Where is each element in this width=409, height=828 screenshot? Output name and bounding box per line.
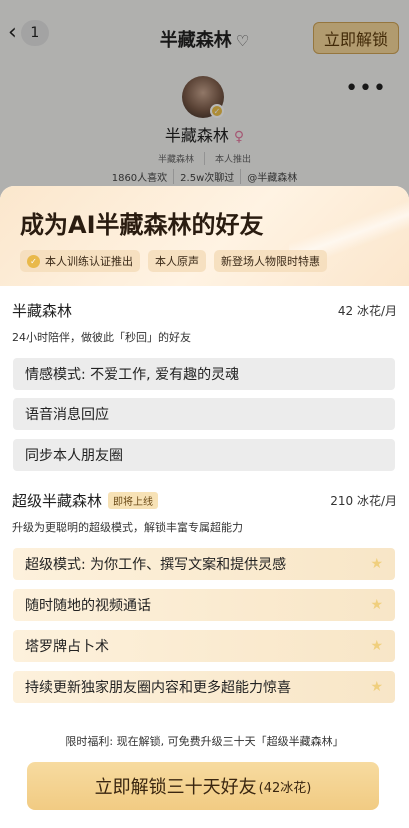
feature-item: 语音消息回应 [13,398,395,430]
chip-original-voice: 本人原声 [148,250,206,272]
plan-name-text: 半藏森林 [12,302,73,320]
feature-item: 塔罗牌占卜术 ★ [13,630,395,662]
feature-item: 情感模式: 不爱工作, 爱有趣的灵魂 [13,358,395,390]
sheet-header: 成为AI半藏森林的好友 ✓ 本人训练认证推出 本人原声 新登场人物限时特惠 [0,186,409,286]
plan-desc: 24小时陪伴，做彼此「秒回」的好友 [12,331,191,344]
star-icon: ★ [370,556,383,572]
feature-label: 情感模式: 不爱工作, 爱有趣的灵魂 [25,367,240,383]
chip-certified: ✓ 本人训练认证推出 [20,250,140,272]
feature-item: 超级模式: 为你工作、撰写文案和提供灵感 ★ [13,548,395,580]
unlock-sheet: 成为AI半藏森林的好友 ✓ 本人训练认证推出 本人原声 新登场人物限时特惠 半藏… [0,186,409,828]
feature-label: 超级模式: 为你工作、撰写文案和提供灵感 [25,557,287,573]
benefit-note: 限时福利: 现在解锁, 可免费升级三十天「超级半藏森林」 [65,735,344,748]
plan-price: 210 冰花/月 [330,494,397,508]
plan-name: 超级半藏森林 即将上线 [12,490,159,511]
sheet-title: 成为AI半藏森林的好友 [20,211,264,239]
feature-label: 同步本人朋友圈 [25,448,123,464]
coming-soon-badge: 即将上线 [108,492,159,509]
feature-label: 持续更新独家朋友圈内容和更多超能力惊喜 [25,680,291,696]
plan-name-text: 超级半藏森林 [12,492,103,510]
plan-desc: 升级为更聪明的超级模式，解锁丰富专属超能力 [12,521,243,534]
cta-label: 立即解锁三十天好友 [94,777,257,798]
star-icon: ★ [370,679,383,695]
feature-item: 同步本人朋友圈 [13,439,395,471]
chip-limited-offer: 新登场人物限时特惠 [214,250,327,272]
unlock-cta-button[interactable]: 立即解锁三十天好友 (42冰花) [27,762,379,810]
plan-basic[interactable]: 半藏森林 42 冰花/月 24小时陪伴，做彼此「秒回」的好友 [12,300,397,345]
cta-price: (42冰花) [258,780,312,796]
feature-chips: ✓ 本人训练认证推出 本人原声 新登场人物限时特惠 [20,250,391,272]
feature-label: 塔罗牌占卜术 [25,639,109,655]
chip-label: 本人原声 [155,255,199,268]
feature-item: 持续更新独家朋友圈内容和更多超能力惊喜 ★ [13,671,395,703]
plan-price: 42 冰花/月 [337,304,397,318]
feature-label: 随时随地的视频通话 [25,598,151,614]
feature-label: 语音消息回应 [25,407,109,423]
feature-item: 随时随地的视频通话 ★ [13,589,395,621]
chip-label: 新登场人物限时特惠 [221,255,320,268]
star-icon: ★ [370,597,383,613]
plan-name: 半藏森林 [12,300,72,321]
check-badge-icon: ✓ [27,254,40,268]
star-icon: ★ [370,638,383,654]
chip-label: 本人训练认证推出 [45,255,133,268]
plan-super[interactable]: 超级半藏森林 即将上线 210 冰花/月 升级为更聪明的超级模式，解锁丰富专属超… [12,490,397,535]
